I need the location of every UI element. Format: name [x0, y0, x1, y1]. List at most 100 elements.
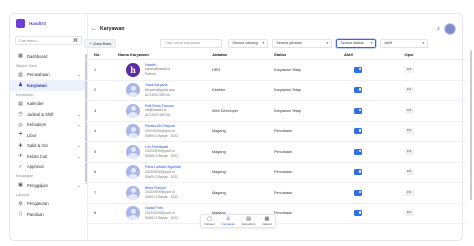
sidebar-item-kalender[interactable]: ▤ Kalender	[10, 99, 87, 110]
brand[interactable]: Hasdtrit	[10, 14, 87, 32]
sidebar-item-libur[interactable]: ☂ Libur	[10, 130, 87, 141]
sidebar-item-label: Kelola Cuti	[27, 153, 48, 159]
filter-select-1[interactable]: Semua cabang ▾	[228, 38, 269, 48]
employee-jabatan: Magang	[212, 129, 226, 134]
fingerprint-icon: ◎	[18, 121, 23, 128]
more-options-button[interactable]: •••	[404, 107, 414, 114]
active-toggle[interactable]	[354, 210, 362, 217]
sidebar-item-jadwal-shift[interactable]: ◷ Jadwal & Shift ⌄	[10, 109, 87, 120]
active-toggle[interactable]	[354, 66, 362, 73]
sidebar-item-penggajian[interactable]: ▣ Penggajian ⌄	[10, 180, 87, 191]
row-number: 2	[94, 88, 97, 93]
employee-cell: Yana Karyana tttt.yana@gmail.com ACCESS ME…	[112, 83, 212, 98]
row-number: 7	[94, 190, 97, 195]
sidebar-item-sakit-izin[interactable]: ✚ Sakit & Izin ⌄	[10, 141, 87, 152]
filter-select-2[interactable]: Semua jabatan ▾	[272, 38, 333, 48]
employee-status: Percobaan	[274, 170, 293, 175]
leave-icon: ✈	[18, 153, 23, 160]
chevron-down-icon: ▾	[326, 41, 329, 45]
bell-icon[interactable]: ♪	[437, 26, 440, 32]
sidebar-item-panduan[interactable]: ▯ Panduan	[10, 209, 87, 220]
sidebar-item-label: Sakit & Izin	[27, 143, 48, 149]
sidebar-search-input[interactable]: Cari menu... ⌘	[15, 36, 82, 45]
tab-jadwal[interactable]: ▦ Jadwal	[262, 216, 271, 226]
sidebar: Hasdtrit Cari menu... ⌘ ▦ Dashboard Master…	[10, 14, 88, 240]
user-avatar[interactable]	[444, 23, 456, 35]
employee-jabatan: HRD	[212, 67, 221, 72]
sidebar-item-label: Jadwal & Shift	[27, 111, 54, 117]
brand-logo-icon	[16, 18, 25, 28]
sidebar-item-label: Kehadiran	[27, 122, 47, 128]
table-scrollbar[interactable]	[470, 50, 472, 200]
filter-select-4[interactable]: Aktif ▾	[380, 38, 429, 48]
avatar	[126, 206, 140, 221]
table-row[interactable]: 2 Yana Karyana tttt.yana@gmail.com ACCESS M…	[84, 81, 466, 101]
employee-info: Fitha Lutfiatul Ngarifah 2022/09/09@pcnt.…	[145, 165, 181, 179]
employee-info: Renisa Alvi Saputri 2022/09/09@pcnt.id SMK…	[145, 124, 178, 138]
row-number: 4	[94, 129, 97, 134]
row-number: 6	[94, 170, 97, 175]
employee-jabatan: Magang	[212, 190, 226, 195]
sidebar-item-perusahaan[interactable]: ▥ Perusahaan ⌄	[10, 70, 87, 81]
table-row[interactable]: 6 Fitha Lutfiatul Ngarifah 2022/09/09@pcnt…	[84, 163, 466, 183]
tab-label: Kehadiran	[241, 222, 256, 226]
more-options-button[interactable]: •••	[404, 169, 414, 176]
employee-search-input[interactable]: Cari nama karyawan	[160, 38, 223, 48]
check-icon: ✓	[18, 163, 23, 170]
table-header: No. Nama Karyawan Jabatan Status Aktif O…	[84, 50, 466, 60]
back-arrow-icon[interactable]: ←	[91, 26, 97, 32]
employee-info: Bella Febriya 2022/09/09@pcnt.id SMKN 3 Ba…	[145, 186, 178, 200]
active-toggle[interactable]	[354, 169, 362, 176]
tab-dataset[interactable]: ▢ Dataset	[204, 216, 214, 226]
sidebar-item-label: Panduan	[27, 211, 44, 217]
table-row[interactable]: 7 Bella Febriya 2022/09/09@pcnt.id SMKN 3 B…	[84, 183, 466, 204]
more-options-button[interactable]: •••	[404, 128, 414, 135]
sidebar-item-pengaturan[interactable]: ⚙ Pengaturan	[10, 199, 87, 210]
more-options-button[interactable]: •••	[404, 87, 414, 94]
user-icon: ♟	[18, 82, 23, 89]
active-cell	[344, 87, 398, 94]
tab-karyawan[interactable]: ♙ Karyawan	[222, 216, 235, 226]
row-number: 5	[94, 149, 97, 154]
add-data-button[interactable]: + Data Baru	[84, 38, 117, 48]
employee-info: Rafi Rinto Fauzan rafi@hasdtri.id ACCESS M…	[145, 104, 174, 118]
avatar	[126, 144, 140, 159]
employee-search-placeholder: Cari nama karyawan	[165, 41, 201, 45]
sidebar-item-kehadiran[interactable]: ◎ Kehadiran ⌄	[10, 120, 87, 131]
employee-status: Percobaan	[274, 190, 293, 195]
more-options-button[interactable]: •••	[404, 66, 414, 73]
plus-icon: +	[89, 40, 92, 46]
sidebar-item-kelola-cuti[interactable]: ✈ Kelola Cuti ⌄	[10, 151, 87, 162]
toolbar: + Data Baru Cari nama karyawan Semua cab…	[84, 38, 466, 48]
more-options-button[interactable]: •••	[404, 148, 414, 155]
active-cell	[344, 148, 398, 155]
filter-select-3[interactable]: Semua status ▾	[336, 38, 377, 48]
active-toggle[interactable]	[354, 128, 362, 135]
chevron-down-icon: ▾	[422, 41, 425, 45]
filter-select-label: Semua cabang	[232, 41, 258, 45]
options-cell: •••	[398, 128, 420, 135]
options-cell: •••	[398, 169, 420, 176]
employee-info: Hasdtri admin@hasdtr.id Partner	[145, 63, 170, 77]
employee-dept: Partner	[145, 72, 156, 77]
table-row[interactable]: 4 Renisa Alvi Saputri 2022/09/09@pcnt.id SM…	[84, 122, 466, 142]
table-row[interactable]: 5 Lini Fatmawati 2022/09/09@pcnt.id SMKN 3 …	[84, 142, 466, 163]
table-row[interactable]: 3 Rafi Rinto Fauzan rafi@hasdtri.id ACCESS …	[84, 101, 466, 122]
employee-dept: ACCESS MEDIA	[145, 92, 170, 97]
active-toggle[interactable]	[354, 87, 362, 94]
table-row[interactable]: 1 h Hasdtri admin@hasdtr.id Partner HRD Karyaw…	[84, 60, 466, 81]
active-cell	[344, 128, 398, 135]
active-toggle[interactable]	[354, 107, 362, 114]
active-toggle[interactable]	[354, 189, 362, 196]
sidebar-item-karyawan[interactable]: ♟ Karyawan	[10, 80, 87, 91]
more-options-button[interactable]: •••	[404, 189, 414, 196]
active-toggle[interactable]	[354, 148, 362, 155]
employee-jabatan: Magang	[212, 170, 226, 175]
tab-kehadiran[interactable]: ▤ Kehadiran	[242, 216, 256, 226]
sidebar-item-dashboard[interactable]: ▦ Dashboard	[10, 51, 87, 62]
employee-jabatan: Direktur	[212, 88, 226, 93]
employee-cell: Fitha Lutfiatul Ngarifah 2022/09/09@pcnt.…	[112, 165, 212, 180]
sidebar-item-approval[interactable]: ✓ Approval	[10, 162, 87, 173]
more-options-button[interactable]: •••	[404, 210, 414, 217]
sidebar-item-label: Penggajian	[27, 182, 48, 188]
